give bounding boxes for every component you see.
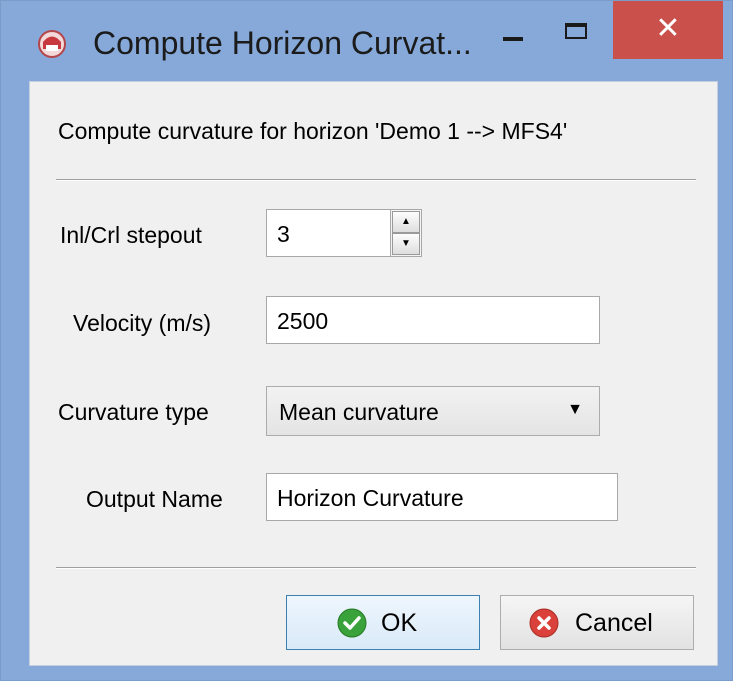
spin-up-button[interactable]: ▲ [392,211,420,233]
separator-top [56,179,696,181]
close-icon: ✕ [655,12,681,45]
output-name-label: Output Name [86,486,223,512]
title-bar[interactable]: Compute Horizon Curvat... ✕ [1,1,732,81]
velocity-label: Velocity (m/s) [73,310,212,336]
arrow-down-icon: ▼ [401,238,411,249]
app-icon [38,30,66,58]
cancel-button[interactable]: Cancel [500,595,694,650]
dialog-window: Compute Horizon Curvat... ✕ Compute curv… [0,0,733,681]
stepout-spinner: ▲ ▼ [390,209,422,257]
spin-down-button[interactable]: ▼ [392,233,420,255]
cancel-label: Cancel [575,609,653,637]
curvature-type-value: Mean curvature [279,399,439,425]
separator-bottom [56,567,696,569]
close-button[interactable]: ✕ [613,1,723,59]
velocity-input[interactable]: 2500 [266,296,600,344]
curvature-type-select[interactable]: Mean curvature ▼ [266,386,600,436]
window-title: Compute Horizon Curvat... [93,25,472,61]
dialog-body: Compute curvature for horizon 'Demo 1 --… [29,81,718,666]
stepout-label: Inl/Crl stepout [60,222,202,248]
arrow-up-icon: ▲ [401,216,411,227]
ok-label: OK [381,609,418,637]
minimize-icon [503,37,523,41]
chevron-down-icon: ▼ [567,401,583,418]
stepout-input[interactable]: 3 [266,209,392,257]
minimize-button[interactable] [479,1,545,59]
output-name-input[interactable]: Horizon Curvature [266,473,618,521]
curvature-type-label: Curvature type [58,399,209,425]
dialog-message: Compute curvature for horizon 'Demo 1 --… [58,118,568,144]
maximize-icon [565,23,587,39]
ok-button[interactable]: OK [286,595,480,650]
cross-circle-icon [529,608,559,638]
maximize-button[interactable] [545,1,611,59]
checkmark-icon [337,608,367,638]
